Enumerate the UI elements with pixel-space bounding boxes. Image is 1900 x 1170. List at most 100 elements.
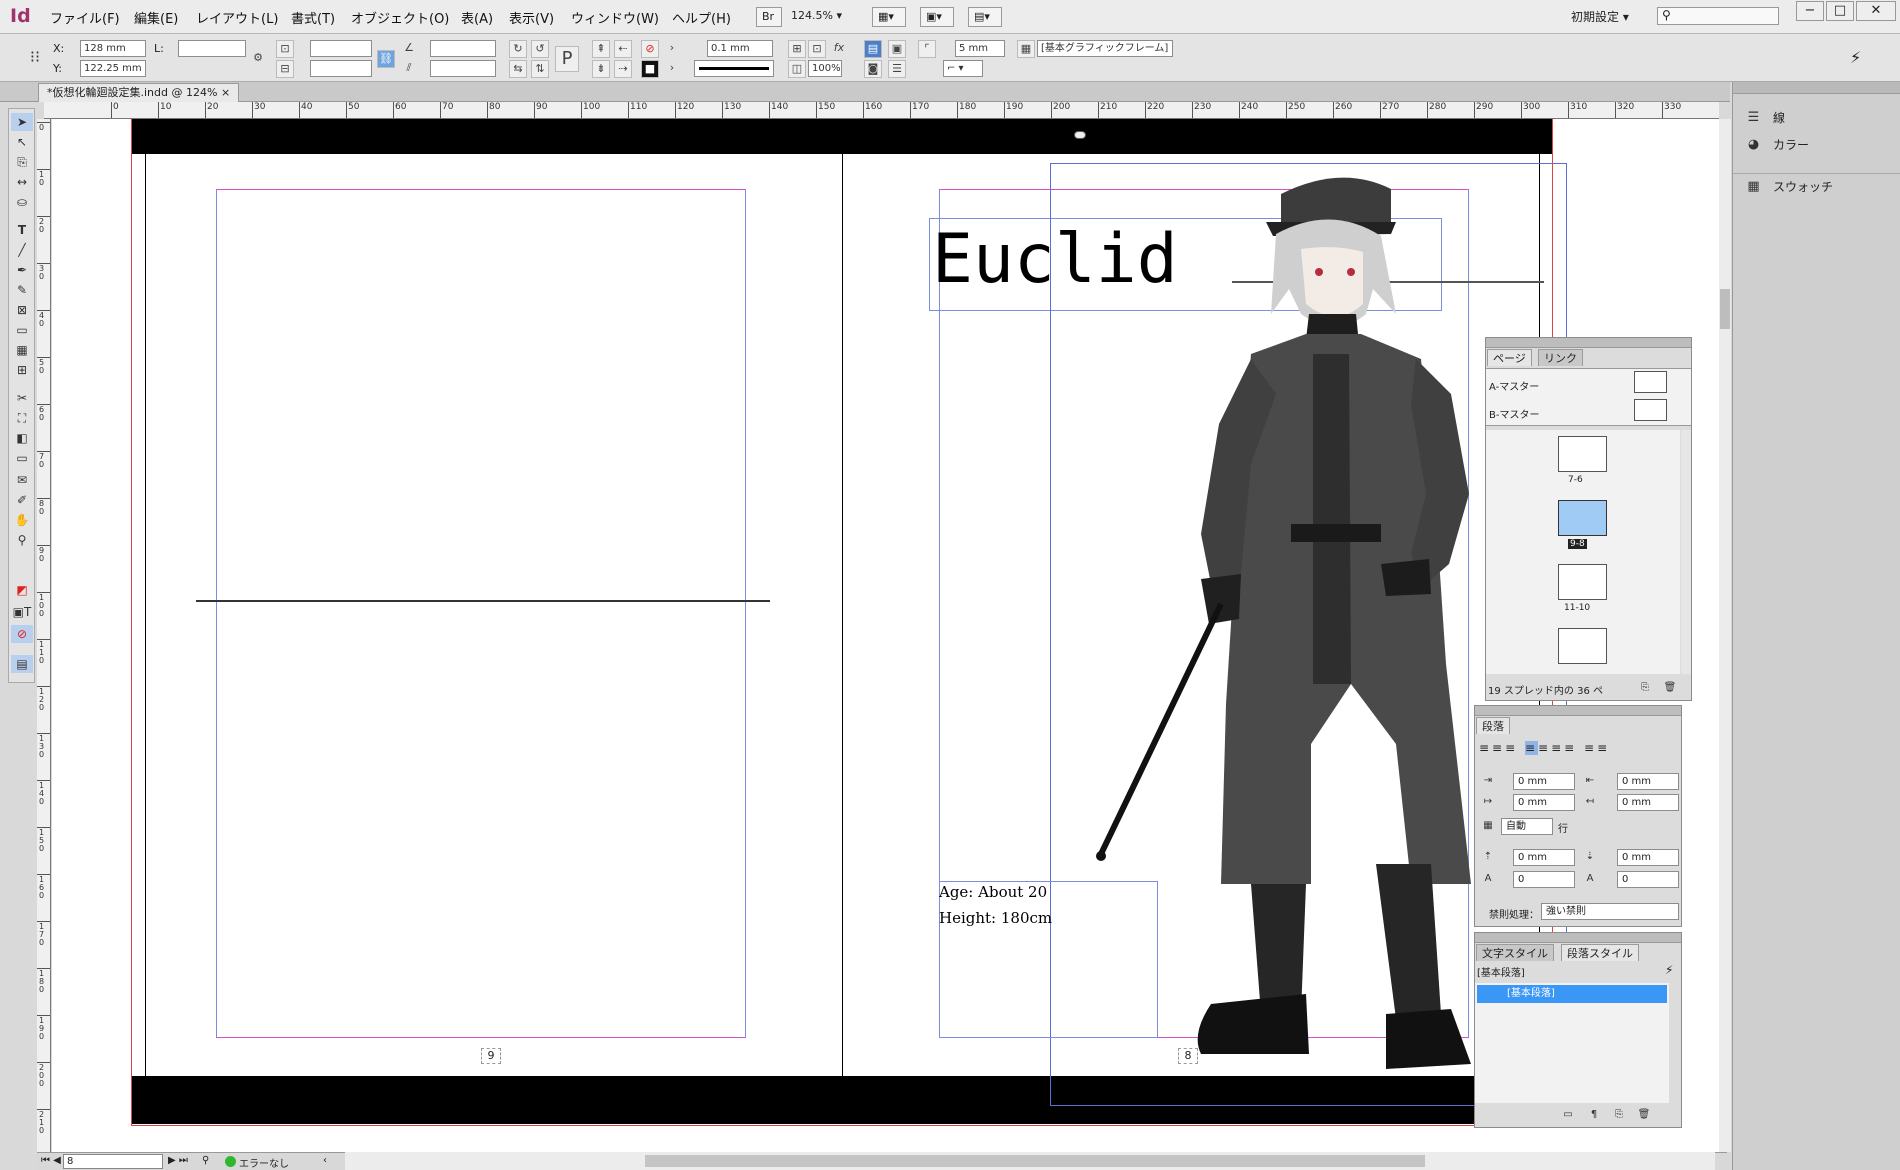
new-page-icon[interactable]: ⎘ <box>1636 680 1654 696</box>
first-page-icon[interactable]: ⏮ ◀ <box>41 1155 61 1166</box>
corner-options-icon[interactable]: ⌜ <box>918 40 936 58</box>
menu-layout[interactable]: レイアウト(L) <box>196 8 278 27</box>
zoom-level[interactable]: 124.5% ▾ <box>786 7 848 27</box>
maximize-button[interactable]: □ <box>1826 1 1854 21</box>
right-indent-field[interactable]: 0 mm <box>1617 773 1679 790</box>
paragraph-icon[interactable]: P <box>555 46 579 72</box>
reference-point-icon[interactable]: ⁝⁝ <box>24 46 46 68</box>
l-field[interactable] <box>178 40 246 57</box>
gradient-feather-icon[interactable]: ▭ <box>11 449 33 467</box>
master-b[interactable]: B-マスター <box>1489 406 1539 421</box>
content-grabber-icon[interactable] <box>1074 131 1086 139</box>
workspace-switcher[interactable]: 初期設定 ▾ <box>1571 8 1629 25</box>
screen-mode-icon[interactable]: ▤ <box>11 655 33 673</box>
select-content-icon[interactable]: ⇟ <box>592 60 610 78</box>
line-tool-icon[interactable]: ╱ <box>11 241 33 259</box>
bridge-button[interactable]: Br <box>756 7 782 27</box>
menu-object[interactable]: オブジェクト(O) <box>351 8 449 27</box>
apply-none-icon[interactable]: ⊘ <box>11 625 33 643</box>
scroll-left-icon[interactable]: ‹ <box>323 1155 327 1166</box>
arrange-documents-icon[interactable]: ▤▾ <box>968 7 1002 27</box>
wrap-bounding-icon[interactable]: ▣ <box>888 40 906 58</box>
document-tab[interactable]: *仮想化輪廻設定集.indd @ 124% × <box>38 83 240 102</box>
table-tool-icon[interactable]: ▦ <box>11 341 33 359</box>
link-proportions-icon[interactable]: ⛓ <box>377 50 395 68</box>
pen-tool-icon[interactable]: ✒ <box>11 261 33 279</box>
spread-thumb-11-10[interactable] <box>1558 564 1607 600</box>
shear-field[interactable] <box>430 60 496 77</box>
paragraph-panel-titlebar[interactable] <box>1475 706 1681 716</box>
dock-swatches[interactable]: ▦ スウォッチ <box>1733 173 1900 199</box>
vertical-scroll-thumb[interactable] <box>1720 289 1730 329</box>
stroke-weight-field[interactable]: 0.1 mm <box>707 40 773 57</box>
gap-tool-icon[interactable]: ↔ <box>11 173 33 191</box>
menu-type[interactable]: 書式(T) <box>291 8 335 27</box>
rotate-ccw-icon[interactable]: ↺ <box>531 40 549 58</box>
alignment-buttons[interactable]: ≡≡≡ ≡≡≡≡ ≡≡ <box>1479 741 1610 755</box>
view-options-icon[interactable]: ▦▾ <box>872 7 906 27</box>
scissors-icon[interactable]: ✂ <box>11 389 33 407</box>
horizontal-grid-icon[interactable]: ⊞ <box>11 361 33 379</box>
constrain-icon[interactable]: ⚙ <box>249 50 267 68</box>
menu-window[interactable]: ウィンドウ(W) <box>571 8 659 27</box>
screen-mode-icon[interactable]: ▣▾ <box>920 7 954 27</box>
arrow-right-icon-2[interactable]: › <box>663 60 681 78</box>
master-a-thumb[interactable] <box>1634 371 1667 393</box>
spread-thumb-9-8[interactable] <box>1558 500 1607 536</box>
new-style-icon[interactable]: ⎘ <box>1610 1107 1628 1123</box>
horizontal-scroll-thumb[interactable] <box>645 1155 1425 1167</box>
gradient-icon[interactable]: ◧ <box>11 429 33 447</box>
tab-character-styles[interactable]: 文字スタイル <box>1476 944 1554 961</box>
dock-color[interactable]: ◕ カラー <box>1733 132 1900 158</box>
tab-close-icon[interactable]: × <box>221 86 230 99</box>
note-tool-icon[interactable]: ✉ <box>11 471 33 489</box>
left-indent-field[interactable]: 0 mm <box>1513 773 1575 790</box>
fit-content-icon[interactable]: ⊞ <box>788 40 806 58</box>
pages-scrollbar[interactable] <box>1681 430 1691 674</box>
flip-h-icon[interactable]: ⇆ <box>509 60 527 78</box>
tab-paragraph[interactable]: 段落 <box>1476 717 1510 734</box>
first-line-indent-field[interactable]: 0 mm <box>1513 794 1575 811</box>
text-wrap-icon[interactable]: ▤ <box>864 40 882 58</box>
menu-view[interactable]: 表示(V) <box>509 8 554 27</box>
page-tool-icon[interactable]: ⎘ <box>11 153 33 171</box>
rectangle-frame-icon[interactable]: ⊠ <box>11 301 33 319</box>
free-transform-icon[interactable]: ⛶ <box>11 409 33 427</box>
style-lightning-icon[interactable]: ⚡ <box>1665 963 1673 977</box>
type-tool-icon[interactable]: T <box>11 221 33 239</box>
formatting-icon[interactable]: ▣T <box>11 603 33 621</box>
pencil-tool-icon[interactable]: ✎ <box>11 281 33 299</box>
rectangle-tool-icon[interactable]: ▭ <box>11 321 33 339</box>
tab-pages[interactable]: ページ <box>1487 349 1532 366</box>
direct-selection-icon[interactable]: ↖ <box>11 133 33 151</box>
lightning-icon[interactable]: ⚡ <box>1850 48 1861 67</box>
fit-frame-icon[interactable]: ⊡ <box>808 40 826 58</box>
kinsoku-select[interactable]: 強い禁則 <box>1541 903 1679 920</box>
eyedropper-icon[interactable]: ✐ <box>11 491 33 509</box>
master-a[interactable]: A-マスター <box>1489 378 1539 393</box>
menu-edit[interactable]: 編集(E) <box>134 8 178 27</box>
delete-page-icon[interactable]: 🗑 <box>1661 680 1679 696</box>
page-number-field[interactable]: 8 <box>63 1154 163 1169</box>
wrap-shape-icon[interactable]: ◙ <box>864 60 882 78</box>
dock-collapse-bar[interactable] <box>1733 82 1900 94</box>
scale-field[interactable]: 100% <box>808 60 842 77</box>
select-container-icon[interactable]: ⇞ <box>592 40 610 58</box>
tab-links[interactable]: リンク <box>1538 349 1583 366</box>
select-previous-icon[interactable]: ⇠ <box>614 40 632 58</box>
y-field[interactable]: 122.25 mm <box>80 60 146 77</box>
wrap-jump-icon[interactable]: ☰ <box>888 60 906 78</box>
stroke-icon[interactable]: ■ <box>641 60 659 78</box>
effects-icon[interactable]: fx <box>830 40 848 58</box>
width-field[interactable] <box>310 40 372 57</box>
info-line-age[interactable]: Age: About 20 <box>939 879 1047 905</box>
drop-cap-chars-field[interactable]: 0 <box>1617 871 1679 888</box>
info-line-height[interactable]: Height: 180cm <box>939 905 1052 931</box>
vertical-scrollbar[interactable] <box>1719 119 1731 1152</box>
document-canvas[interactable]: 9 Euclid Age: About 20 Height: 180cm 8 <box>52 119 1719 1152</box>
offset-field[interactable]: 5 mm <box>955 40 1005 57</box>
tab-paragraph-styles[interactable]: 段落スタイル <box>1561 944 1639 961</box>
horizontal-scrollbar[interactable] <box>345 1152 1715 1170</box>
menu-file[interactable]: ファイル(F) <box>50 8 120 27</box>
close-button[interactable]: ✕ <box>1856 1 1896 21</box>
